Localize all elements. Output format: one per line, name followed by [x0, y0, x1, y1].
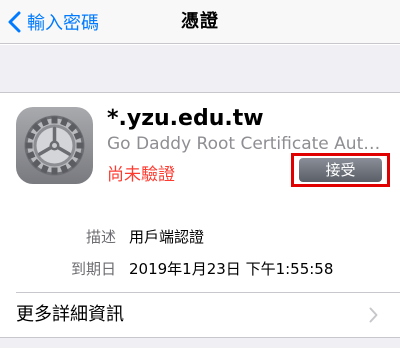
detail-row-description: 描述 用戶端認證 — [0, 226, 400, 250]
section-spacer — [0, 337, 400, 348]
navigation-bar: 輸入密碼 憑證 — [0, 0, 400, 44]
section-spacer — [0, 45, 400, 93]
more-details-label: 更多詳細資訊 — [16, 304, 124, 325]
detail-label: 到期日 — [70, 260, 116, 278]
certificate-card: *.yzu.edu.tw Go Daddy Root Certificate A… — [0, 94, 400, 291]
detail-label: 描述 — [85, 228, 116, 246]
page-title: 憑證 — [181, 11, 219, 32]
detail-row-expiration: 到期日 2019年1月23日 下午1:55:58 — [0, 258, 400, 282]
detail-value: 2019年1月23日 下午1:55:58 — [129, 260, 334, 278]
verification-status: 尚未驗證 — [107, 165, 175, 185]
chevron-right-icon — [369, 307, 378, 327]
certificate-name: *.yzu.edu.tw — [107, 106, 264, 131]
gear-icon — [16, 107, 93, 184]
accept-button[interactable]: 接受 — [299, 158, 382, 182]
more-details-row[interactable]: 更多詳細資訊 — [0, 293, 400, 337]
detail-value: 用戶端認證 — [129, 228, 205, 246]
certificate-issuer: Go Daddy Root Certificate Auth… — [107, 134, 390, 154]
